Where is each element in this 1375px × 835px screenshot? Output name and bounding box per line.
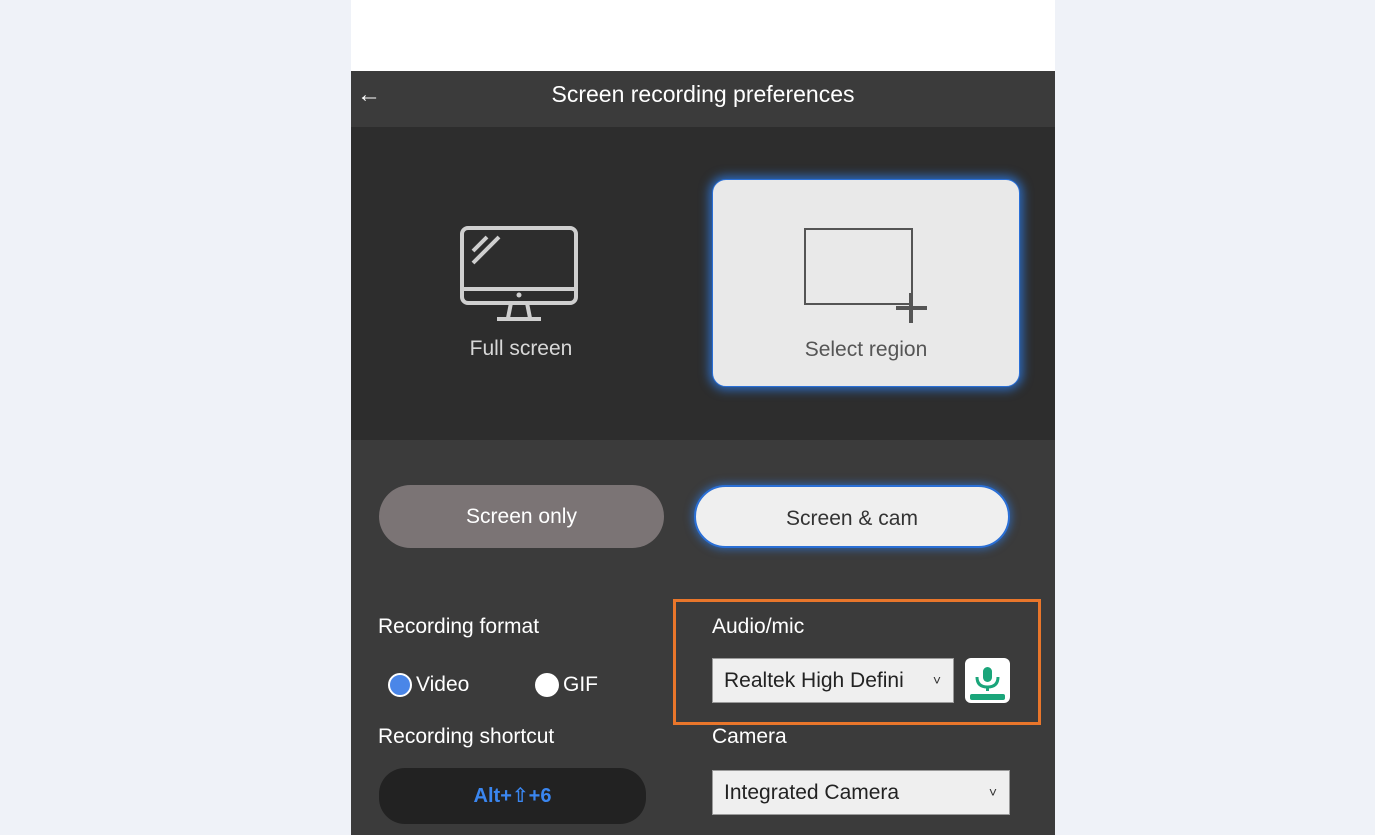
recording-mode-area: Full screen Select region xyxy=(351,127,1055,440)
select-region-icon xyxy=(804,228,927,323)
recording-shortcut-label: Recording shortcut xyxy=(378,725,555,748)
radio-unchecked-icon xyxy=(535,673,559,697)
gif-radio[interactable]: GIF xyxy=(535,670,598,700)
audio-mic-label: Audio/mic xyxy=(712,615,805,638)
select-region-option[interactable]: Select region xyxy=(712,179,1020,387)
full-screen-option[interactable]: Full screen xyxy=(367,179,675,387)
screen-and-cam-button[interactable]: Screen & cam xyxy=(694,485,1010,548)
settings-area: Screen only Screen & cam Recording forma… xyxy=(351,440,1055,835)
recording-shortcut-field[interactable]: Alt+⇧+6 xyxy=(379,768,646,824)
chevron-down-icon: ˅ xyxy=(929,659,945,702)
audio-device-select[interactable]: Realtek High Defini ˅ xyxy=(712,658,954,703)
header-bar: ← Screen recording preferences xyxy=(351,71,1055,127)
video-radio[interactable]: Video xyxy=(388,670,469,700)
microphone-button[interactable] xyxy=(965,658,1010,703)
monitor-icon xyxy=(460,226,578,321)
gif-radio-label: GIF xyxy=(563,673,598,696)
camera-select[interactable]: Integrated Camera ˅ xyxy=(712,770,1010,815)
select-region-label: Select region xyxy=(804,338,928,361)
microphone-icon xyxy=(966,659,1009,702)
full-screen-label: Full screen xyxy=(469,337,573,360)
radio-checked-icon xyxy=(388,673,412,697)
screen-only-button[interactable]: Screen only xyxy=(379,485,664,548)
preferences-panel: ← Screen recording preferences Full scre… xyxy=(351,0,1055,835)
page-title: Screen recording preferences xyxy=(551,81,855,107)
video-radio-label: Video xyxy=(416,673,470,696)
camera-value: Integrated Camera xyxy=(724,781,900,804)
chevron-down-icon: ˅ xyxy=(985,771,1001,814)
camera-label: Camera xyxy=(712,725,787,748)
recording-format-label: Recording format xyxy=(378,615,540,638)
audio-device-value: Realtek High Defini xyxy=(724,669,904,692)
